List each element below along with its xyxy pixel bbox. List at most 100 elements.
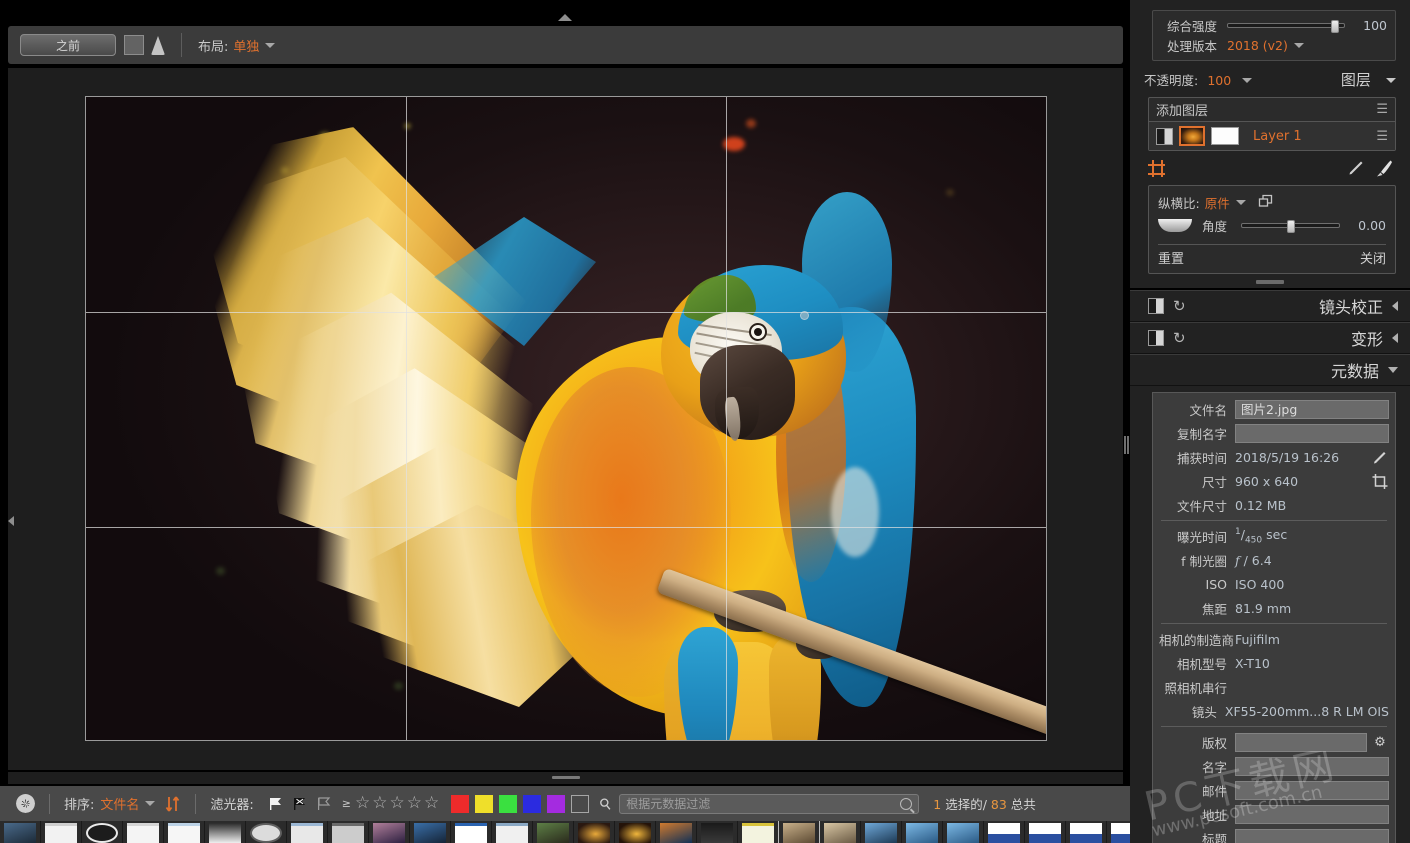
filmstrip-thumbnail[interactable]	[1066, 821, 1106, 843]
filmstrip-thumbnail[interactable]	[902, 821, 942, 843]
metadata-row-filename[interactable]: 文件名 图片2.jpg	[1159, 397, 1389, 421]
filmstrip-thumbnail[interactable]	[123, 821, 163, 843]
angle-slider[interactable]	[1241, 223, 1340, 228]
filename-field[interactable]: 图片2.jpg	[1235, 400, 1389, 419]
color-label-green[interactable]	[499, 795, 517, 813]
aspect-ratio-row[interactable]: 纵横比: 原件	[1158, 192, 1386, 212]
layer-thumbnail[interactable]	[1179, 126, 1205, 146]
filmstrip-thumbnail[interactable]	[820, 821, 860, 843]
pencil-icon[interactable]	[1346, 158, 1366, 178]
reset-icon[interactable]: ↻	[1173, 297, 1186, 315]
metadata-row-address[interactable]: 地址	[1159, 802, 1389, 826]
filmstrip-thumbnail[interactable]	[697, 821, 737, 843]
chevron-down-icon[interactable]	[1294, 43, 1304, 48]
section-lens-correction[interactable]: ↻ 镜头校正	[1130, 290, 1410, 322]
filmstrip-thumbnail[interactable]	[1107, 821, 1130, 843]
filmstrip-thumbnail[interactable]	[0, 821, 40, 843]
star-2[interactable]: ☆	[372, 795, 387, 812]
key-icon[interactable]: ⚲	[596, 793, 616, 814]
filmstrip-thumbnail[interactable]	[1025, 821, 1065, 843]
layer-mask-thumbnail[interactable]	[1211, 127, 1239, 145]
reset-icon[interactable]: ↻	[1173, 329, 1186, 347]
chevron-down-icon[interactable]	[1242, 78, 1252, 83]
filmstrip-thumbnail[interactable]	[410, 821, 450, 843]
layer-options-icon[interactable]: ☰	[1376, 130, 1388, 143]
chevron-down-icon[interactable]	[1236, 200, 1246, 205]
star-5[interactable]: ☆	[424, 795, 439, 812]
brush-icon[interactable]	[1374, 158, 1394, 178]
before-view-button[interactable]: 之前	[20, 34, 116, 56]
metadata-row-copyname[interactable]: 复制名字	[1159, 421, 1389, 445]
filmstrip-thumbnail[interactable]	[164, 821, 204, 843]
color-label-purple[interactable]	[547, 795, 565, 813]
chevron-down-icon[interactable]	[145, 801, 155, 806]
filmstrip-thumbnail[interactable]	[369, 821, 409, 843]
filmstrip-collapse-toggle[interactable]	[8, 772, 1123, 784]
flag-pick-icon[interactable]	[268, 796, 284, 812]
filmstrip-thumbnail[interactable]	[533, 821, 573, 843]
strength-value[interactable]: 100	[1355, 18, 1387, 33]
metadata-row-email[interactable]: 邮件	[1159, 778, 1389, 802]
star-1[interactable]: ☆	[355, 795, 370, 812]
strength-row[interactable]: 综合强度 100	[1161, 15, 1387, 35]
filmstrip-thumbnail[interactable]	[328, 821, 368, 843]
layer-visibility-icon[interactable]	[1156, 128, 1173, 145]
reset-button[interactable]: 重置	[1158, 248, 1184, 267]
star-3[interactable]: ☆	[390, 795, 405, 812]
flag-unflagged-icon[interactable]	[316, 796, 332, 812]
color-label-red[interactable]	[451, 795, 469, 813]
crop-handle-right[interactable]	[800, 311, 809, 320]
metadata-row-creator[interactable]: 名字	[1159, 754, 1389, 778]
filmstrip-thumbnail[interactable]	[656, 821, 696, 843]
opacity-control[interactable]: 不透明度: 100	[1144, 70, 1252, 89]
metadata-filter-search[interactable]	[619, 794, 919, 814]
chevron-down-icon[interactable]	[1388, 367, 1398, 373]
chevron-left-icon[interactable]	[1392, 301, 1398, 311]
rating-filter[interactable]: ≥ ☆ ☆ ☆ ☆ ☆	[342, 795, 440, 812]
star-4[interactable]: ☆	[407, 795, 422, 812]
filmstrip[interactable]	[0, 821, 1130, 843]
layers-panel-header[interactable]: 图层	[1341, 69, 1396, 90]
copyright-field[interactable]	[1235, 733, 1367, 752]
section-metadata[interactable]: 元数据	[1130, 354, 1410, 386]
section-transform[interactable]: ↻ 变形	[1130, 322, 1410, 354]
filmstrip-thumbnail[interactable]	[492, 821, 532, 843]
angle-value[interactable]: 0.00	[1350, 218, 1386, 233]
opacity-value[interactable]: 100	[1207, 73, 1231, 88]
filmstrip-thumbnail[interactable]	[451, 821, 491, 843]
gear-icon[interactable]	[16, 794, 35, 813]
filmstrip-thumbnail[interactable]	[984, 821, 1024, 843]
level-tool-icon[interactable]	[1158, 219, 1192, 232]
crop-icon[interactable]	[1371, 473, 1389, 490]
duplicate-icon[interactable]	[1258, 194, 1275, 211]
aspect-ratio-value[interactable]: 原件	[1205, 193, 1230, 212]
creator-field[interactable]	[1235, 757, 1389, 776]
process-version-value[interactable]: 2018 (v2)	[1227, 38, 1288, 53]
toggle-switch-icon[interactable]	[1148, 298, 1164, 314]
layer-row[interactable]: Layer 1 ☰	[1149, 122, 1395, 150]
flag-reject-icon[interactable]	[292, 796, 308, 812]
strength-slider[interactable]	[1227, 23, 1345, 28]
gear-icon[interactable]: ⚙	[1371, 735, 1389, 750]
sort-value[interactable]: 文件名	[100, 794, 139, 813]
email-field[interactable]	[1235, 781, 1389, 800]
filmstrip-thumbnail[interactable]	[779, 821, 819, 843]
color-label-yellow[interactable]	[475, 795, 493, 813]
chevron-down-icon[interactable]	[265, 43, 275, 48]
filmstrip-thumbnail[interactable]	[205, 821, 245, 843]
filmstrip-thumbnail[interactable]	[82, 821, 122, 843]
top-panel-collapse-toggle[interactable]	[0, 10, 1130, 23]
title-field[interactable]	[1235, 829, 1389, 843]
angle-slider-knob[interactable]	[1287, 220, 1295, 233]
chevron-left-icon[interactable]	[1392, 333, 1398, 343]
filmstrip-thumbnail[interactable]	[738, 821, 778, 843]
panel-resize-handle[interactable]	[1256, 280, 1284, 284]
copy-name-field[interactable]	[1235, 424, 1389, 443]
search-input[interactable]	[626, 797, 900, 811]
chevron-down-icon[interactable]	[1386, 78, 1396, 83]
close-button[interactable]: 关闭	[1360, 248, 1386, 267]
left-panel-expand-toggle[interactable]	[8, 514, 16, 528]
color-label-none[interactable]	[571, 795, 589, 813]
layer-menu-icon[interactable]: ☰	[1376, 103, 1388, 116]
metadata-row-title[interactable]: 标题	[1159, 826, 1389, 843]
